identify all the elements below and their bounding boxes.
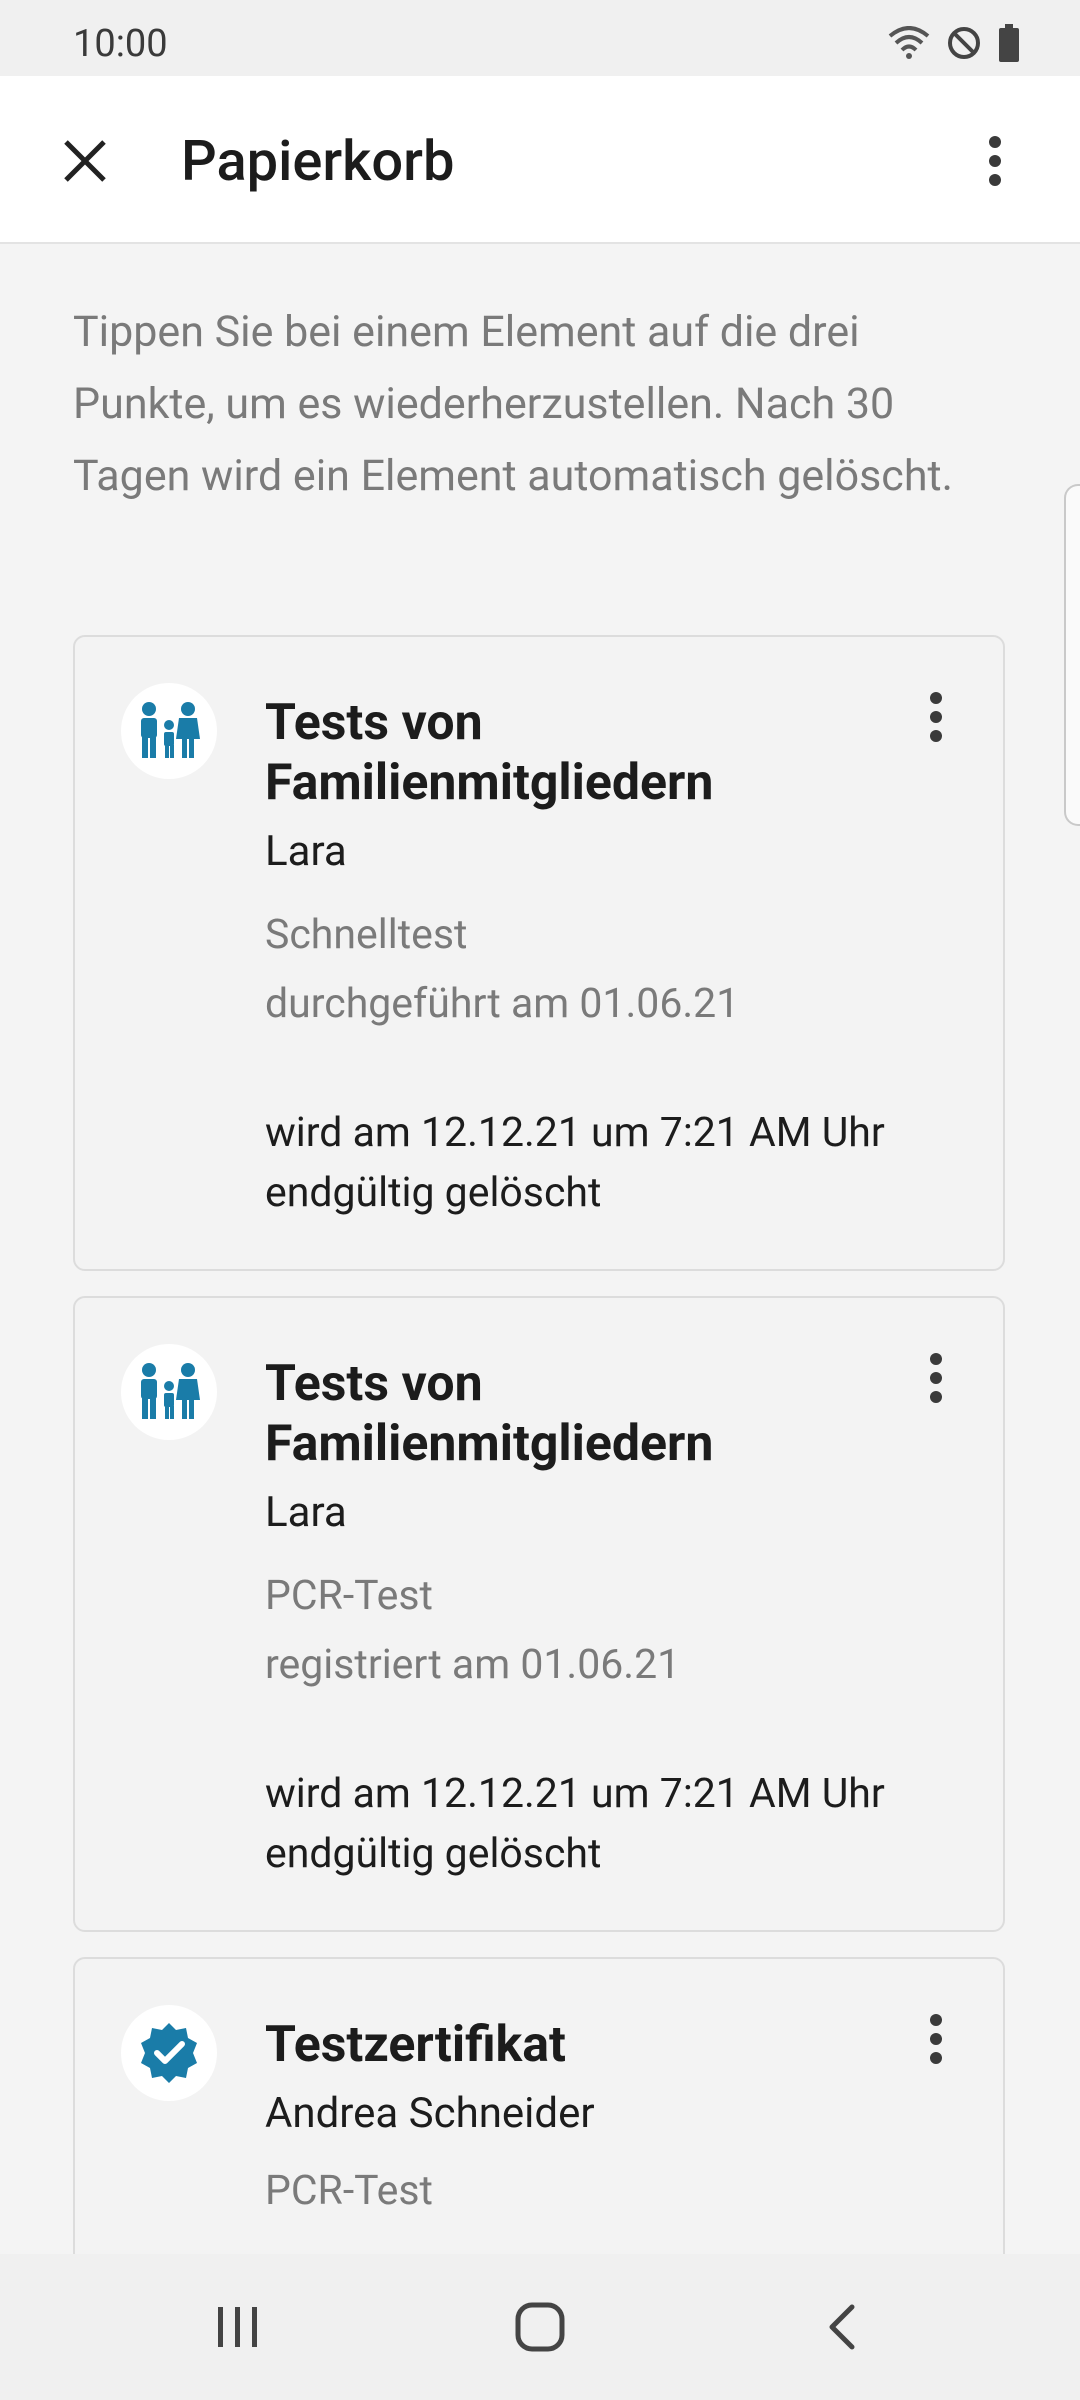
card-person-name: Lara (265, 827, 347, 876)
recent-apps-button[interactable] (188, 2284, 288, 2370)
card-title: Testzertifikat (265, 2016, 566, 2074)
family-icon (141, 702, 200, 758)
status-bar: 10:00 (0, 0, 1080, 76)
close-icon (64, 140, 106, 182)
family-icon (141, 1363, 200, 1419)
trash-item-card[interactable]: Tests von Familienmitgliedern Lara PCR-T… (73, 1296, 1005, 1932)
card-deletion-info: wird am 12.12.21 um 7:21 AM Uhr endgülti… (265, 1109, 885, 1217)
intro-text: Tippen Sie bei einem Element auf die dre… (73, 307, 953, 501)
system-nav-bar (0, 2254, 1080, 2400)
battery-icon (998, 24, 1020, 66)
home-icon (515, 2302, 565, 2352)
trash-item-card[interactable]: Tests von Familienmitgliedern Lara Schne… (73, 635, 1005, 1271)
card-date: registriert am 01.06.21 (265, 1641, 681, 1689)
card-person-name: Andrea Schneider (265, 2089, 595, 2138)
edge-panel-handle[interactable] (1064, 484, 1080, 826)
card-deletion-info: wird am 12.12.21 um 7:21 AM Uhr endgülti… (265, 1770, 885, 1878)
status-time: 10:00 (73, 22, 168, 66)
page-title: Papierkorb (181, 128, 455, 194)
back-button[interactable] (792, 2284, 892, 2370)
card-avatar (121, 683, 217, 779)
more-vert-icon (930, 692, 942, 742)
do-not-disturb-icon (946, 25, 982, 65)
card-menu-button[interactable] (911, 677, 961, 757)
card-avatar (121, 1344, 217, 1440)
app-bar: Papierkorb (0, 76, 1080, 244)
close-button[interactable] (40, 116, 130, 206)
card-menu-button[interactable] (911, 1338, 961, 1418)
more-vert-icon (930, 2014, 942, 2064)
status-icons (888, 24, 1020, 66)
more-vert-icon (989, 136, 1001, 186)
trash-item-card[interactable]: Testzertifikat Andrea Schneider PCR-Test (73, 1957, 1005, 2254)
card-person-name: Lara (265, 1488, 347, 1537)
card-test-type: PCR-Test (265, 2167, 433, 2215)
card-menu-button[interactable] (911, 1999, 961, 2079)
verified-badge-icon (141, 2023, 197, 2083)
back-icon (829, 2304, 855, 2350)
card-test-type: Schnelltest (265, 911, 468, 959)
card-avatar (121, 2005, 217, 2101)
wifi-icon (888, 26, 930, 64)
recent-apps-icon (218, 2307, 257, 2347)
card-test-type: PCR-Test (265, 1572, 433, 1620)
trash-list[interactable]: Tippen Sie bei einem Element auf die dre… (0, 244, 1080, 2254)
card-title: Tests von Familienmitgliedern (265, 694, 714, 812)
overflow-menu-button[interactable] (950, 116, 1040, 206)
home-button[interactable] (490, 2284, 590, 2370)
card-date: durchgeführt am 01.06.21 (265, 980, 740, 1028)
more-vert-icon (930, 1353, 942, 1403)
card-title: Tests von Familienmitgliedern (265, 1355, 714, 1473)
